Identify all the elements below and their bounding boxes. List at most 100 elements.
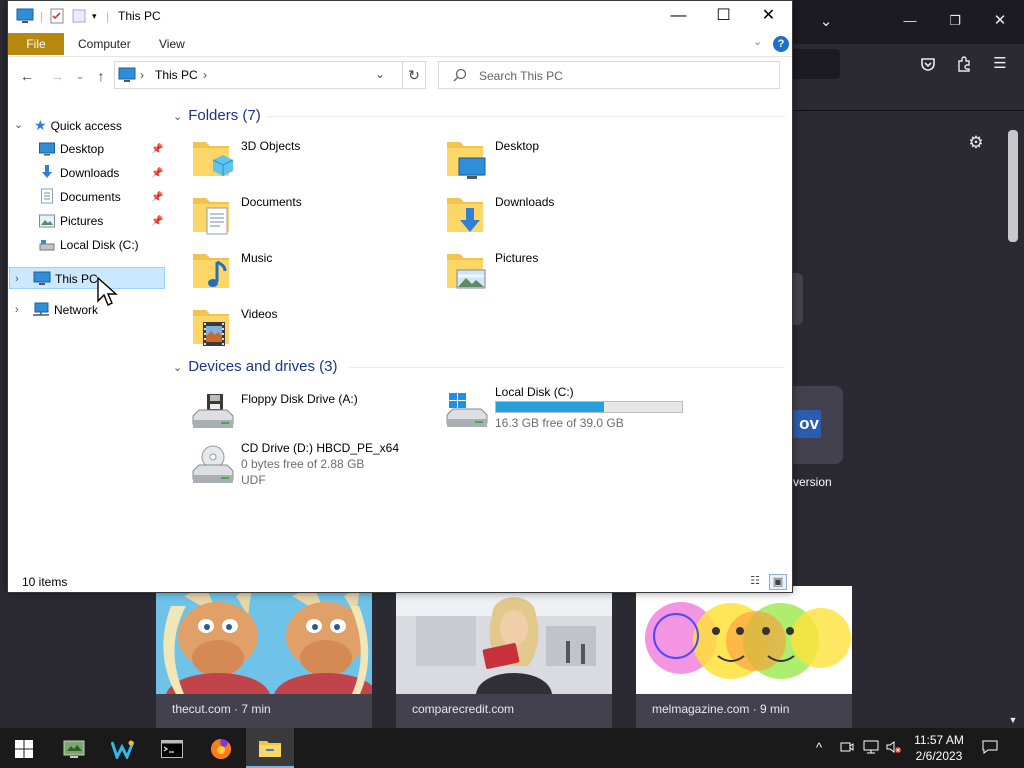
taskbar-app-icon[interactable] <box>50 728 98 768</box>
up-arrow-icon[interactable]: ↑ <box>91 66 111 86</box>
story-source: thecut.com · 7 min <box>156 694 372 728</box>
folder-documents[interactable]: Documents <box>191 192 431 242</box>
file-explorer-window: | ▾ | This PC — ☐ ✕ File Computer View ⌄… <box>7 0 793 593</box>
folder-name: Downloads <box>495 195 555 209</box>
forward-arrow-icon[interactable]: → <box>47 66 67 86</box>
large-icons-view-icon[interactable]: ▣ <box>769 574 787 590</box>
close-icon[interactable]: ✕ <box>990 13 1010 29</box>
folder-music[interactable]: Music <box>191 248 431 298</box>
pin-icon[interactable]: 📌 <box>151 216 163 227</box>
folder-name: Videos <box>241 307 278 321</box>
expand-chevron-icon[interactable]: › <box>15 268 19 290</box>
nav-item-local-disk[interactable]: Local Disk (C:) <box>39 234 164 256</box>
system-clock[interactable]: 11:57 AM 2/6/2023 <box>908 732 970 764</box>
menu-icon[interactable]: ☰ <box>990 56 1010 72</box>
network-status-icon[interactable] <box>863 740 879 757</box>
nav-item-network[interactable]: › Network <box>9 299 165 321</box>
pictures-icon <box>39 213 55 235</box>
capacity-bar-fill <box>496 402 604 412</box>
clock-time: 11:57 AM <box>914 733 964 747</box>
search-box[interactable] <box>438 61 780 89</box>
expand-chevron-icon[interactable]: ⌄ <box>14 118 23 131</box>
show-hidden-icons-chevron-icon[interactable]: ^ <box>816 740 822 755</box>
pin-icon[interactable]: 📌 <box>151 168 163 179</box>
scrollbar-thumb[interactable] <box>1008 130 1018 242</box>
folders-group-header[interactable]: ⌄ Folders (7) <box>173 106 785 126</box>
folder-name: Pictures <box>495 251 539 265</box>
folder-name: Music <box>241 251 273 265</box>
document-icon <box>39 188 55 211</box>
nav-item-this-pc[interactable]: › This PC <box>9 267 165 289</box>
properties-icon[interactable] <box>50 8 64 24</box>
maximize-button[interactable]: ☐ <box>701 1 746 31</box>
nav-label: This PC <box>55 272 98 286</box>
drive-floppy[interactable]: Floppy Disk Drive (A:) <box>191 392 451 448</box>
meet-now-icon[interactable] <box>840 740 854 757</box>
extensions-icon[interactable] <box>954 56 974 76</box>
taskbar-app-w-icon[interactable] <box>99 728 147 768</box>
recent-locations-chevron-icon[interactable]: ⌄ <box>70 66 90 86</box>
url-bar[interactable] <box>793 49 840 79</box>
back-arrow-icon[interactable]: ← <box>17 66 37 86</box>
windows-drive-icon <box>445 391 489 432</box>
pocket-icon[interactable] <box>918 56 938 76</box>
minimize-icon[interactable]: — <box>900 13 920 29</box>
firefox-icon[interactable] <box>197 728 245 768</box>
list-all-tabs-icon[interactable]: ⌄ <box>816 14 836 30</box>
refresh-button[interactable]: ↻ <box>402 61 426 89</box>
nav-quick-access[interactable]: ★ Quick access <box>34 114 122 136</box>
expand-ribbon-chevron-icon[interactable]: ⌄ <box>753 35 762 48</box>
story-card[interactable]: comparecredit.com <box>396 586 612 728</box>
group-title: Folders (7) <box>188 107 261 124</box>
folder-name: Desktop <box>495 139 540 153</box>
command-prompt-icon[interactable] <box>148 728 196 768</box>
breadcrumb-separator[interactable]: › <box>140 68 144 82</box>
new-folder-icon[interactable] <box>72 8 86 24</box>
help-icon[interactable]: ? <box>773 36 789 52</box>
nav-item-downloads[interactable]: Downloads <box>39 162 164 184</box>
nav-item-desktop[interactable]: Desktop <box>39 138 164 160</box>
folder-desktop[interactable]: Desktop <box>445 136 685 186</box>
breadcrumb-separator[interactable]: › <box>203 68 207 82</box>
file-explorer-taskbar-icon[interactable] <box>246 728 294 768</box>
volume-muted-icon[interactable] <box>886 740 902 757</box>
drives-group-header[interactable]: ⌄ Devices and drives (3) <box>173 357 785 377</box>
separator: | <box>40 9 44 23</box>
folder-downloads[interactable]: Downloads <box>445 192 685 242</box>
tab-file[interactable]: File <box>8 33 64 55</box>
scroll-down-icon[interactable]: ▼ <box>1003 712 1023 728</box>
nav-item-pictures[interactable]: Pictures <box>39 210 164 232</box>
drive-cd-d[interactable]: CD Drive (D:) HBCD_PE_x64 0 bytes free o… <box>191 441 451 497</box>
folder-videos[interactable]: Videos <box>191 304 431 354</box>
story-card[interactable]: melmagazine.com · 9 min <box>636 586 852 728</box>
customize-qat-dropdown-icon[interactable]: ▾ <box>92 8 97 24</box>
shortcut-tile[interactable] <box>793 273 803 325</box>
expand-chevron-icon[interactable]: › <box>15 299 19 321</box>
minimize-button[interactable]: — <box>656 1 701 31</box>
drive-free-space: 16.3 GB free of 39.0 GB <box>495 416 624 430</box>
restore-icon[interactable]: ❐ <box>945 13 965 29</box>
folder-videos-icon <box>191 306 233 348</box>
tab-view[interactable]: View <box>159 33 185 55</box>
title-bar[interactable]: | ▾ | This PC — ☐ ✕ <box>8 1 792 31</box>
breadcrumb-this-pc[interactable]: This PC <box>155 68 198 82</box>
pin-icon[interactable]: 📌 <box>151 144 163 155</box>
nav-item-documents[interactable]: Documents <box>39 186 164 208</box>
folder-3d-objects[interactable]: 3D Objects <box>191 136 431 186</box>
address-bar[interactable]: › This PC › ⌄ <box>114 61 403 89</box>
tab-computer[interactable]: Computer <box>78 33 131 55</box>
folder-music-icon <box>191 250 233 292</box>
shortcut-label: version <box>793 475 832 489</box>
story-card[interactable]: thecut.com · 7 min <box>156 586 372 728</box>
drive-name: Floppy Disk Drive (A:) <box>241 392 358 406</box>
close-button[interactable]: ✕ <box>746 1 791 31</box>
notifications-icon[interactable] <box>982 740 998 757</box>
start-button[interactable] <box>0 728 48 768</box>
address-history-chevron-icon[interactable]: ⌄ <box>375 67 385 81</box>
search-input[interactable] <box>477 68 771 84</box>
pin-icon[interactable]: 📌 <box>151 192 163 203</box>
folder-pictures[interactable]: Pictures <box>445 248 685 298</box>
settings-gear-icon[interactable]: ⚙ <box>966 134 986 151</box>
details-view-icon[interactable]: ☷ <box>747 574 763 588</box>
drive-local-disk-c[interactable]: Local Disk (C:) 16.3 GB free of 39.0 GB <box>445 385 705 441</box>
